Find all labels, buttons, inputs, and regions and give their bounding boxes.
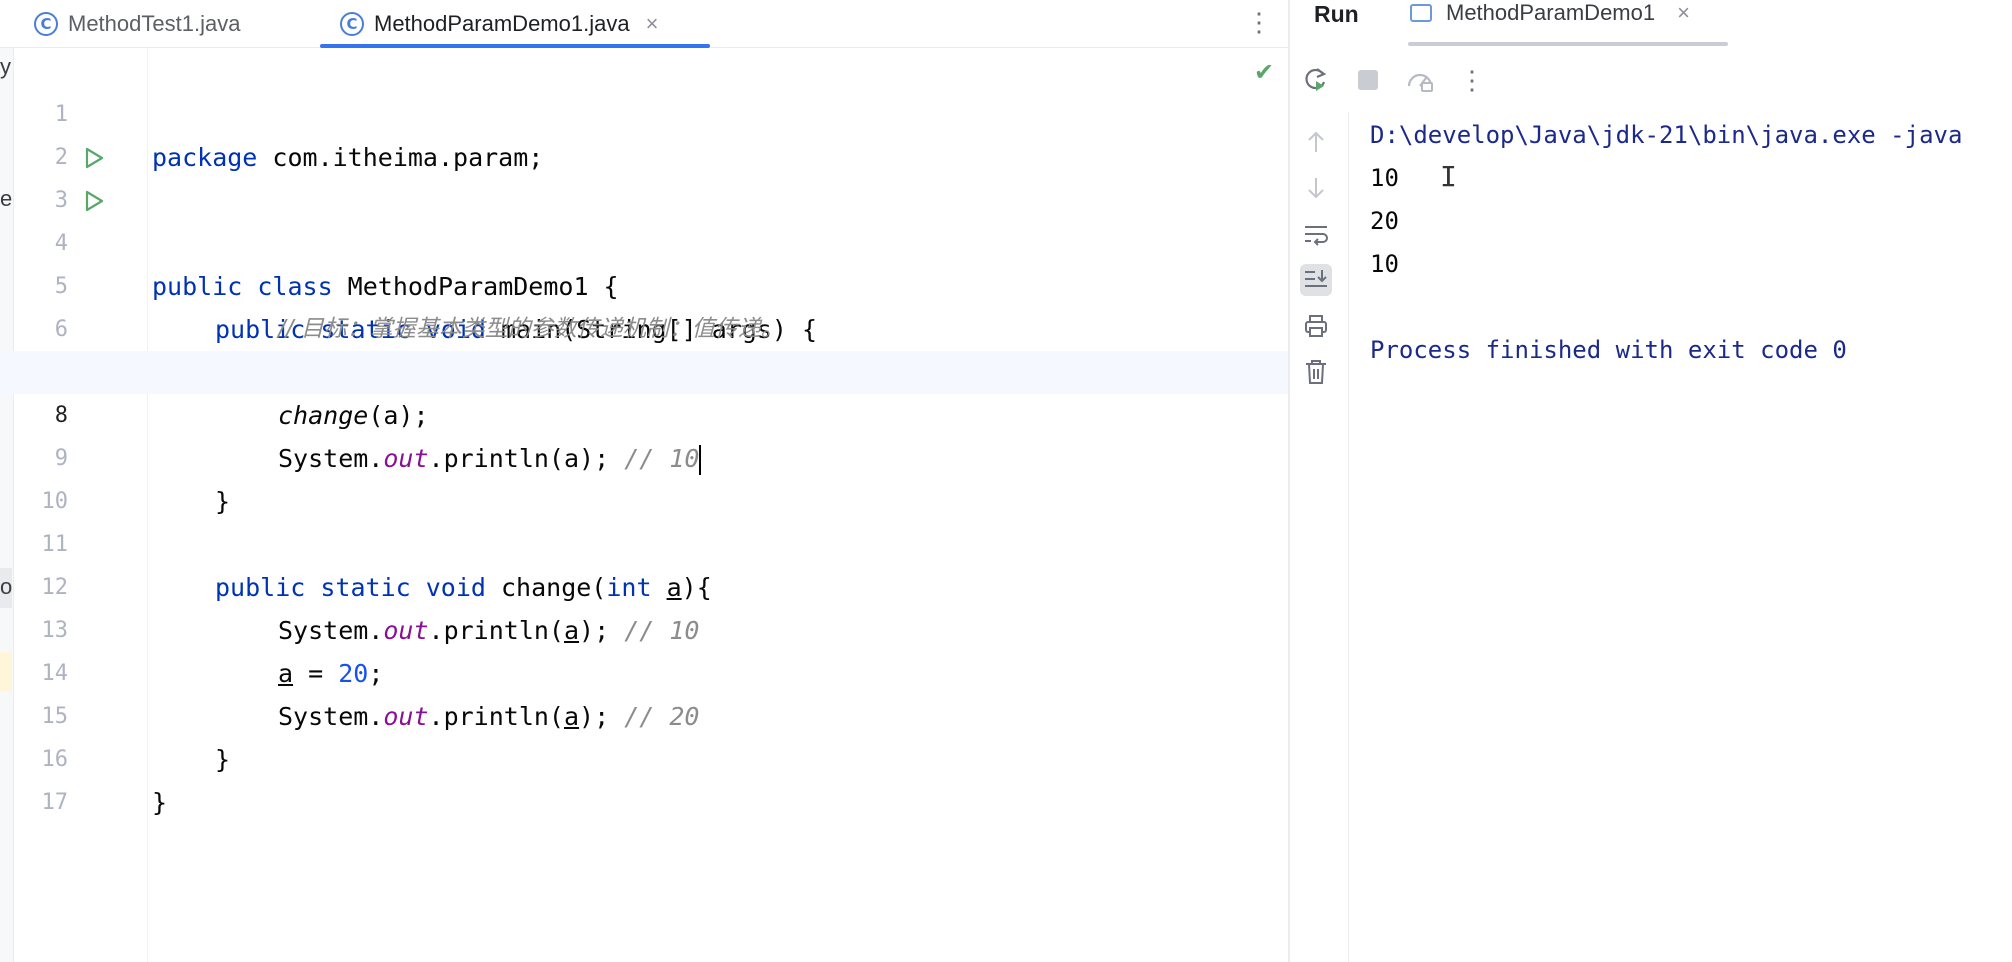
- code-line[interactable]: 14 System.out.println(a); // 20: [0, 609, 1288, 731]
- code-line[interactable]: 5 // 目标：掌握基本类型的参数传递机制：值传递。: [0, 222, 1288, 342]
- console-separator: [1348, 112, 1349, 962]
- console-line: 10: [1370, 164, 1399, 192]
- run-tool-window: Run MethodParamDemo1 × ⋮ D:\develop\Java…: [1290, 0, 2012, 962]
- code-line[interactable]: 4 public static void main(String[] args)…: [0, 179, 1288, 344]
- down-arrow-icon[interactable]: [1300, 172, 1332, 204]
- run-window-icon: [1410, 4, 1432, 22]
- code-line[interactable]: 7 change(a);: [0, 308, 1288, 430]
- code-line[interactable]: 15 }: [0, 652, 1288, 774]
- console-line: D:\develop\Java\jdk-21\bin\java.exe -jav…: [1370, 121, 1963, 149]
- trash-icon[interactable]: [1300, 356, 1332, 388]
- code-line[interactable]: 9 }: [0, 394, 1288, 516]
- line-number: 17: [41, 790, 69, 815]
- run-main-icon[interactable]: [82, 189, 106, 213]
- run-config-tab[interactable]: MethodParamDemo1 ×: [1410, 0, 1690, 26]
- class-icon: C: [34, 12, 58, 36]
- rerun-icon[interactable]: [1300, 64, 1332, 96]
- stop-icon[interactable]: [1352, 64, 1384, 96]
- code-line[interactable]: 3 public class MethodParamDemo1 {: [0, 136, 1288, 301]
- run-header: Run MethodParamDemo1 ×: [1290, 0, 2012, 48]
- profiler-icon[interactable]: [1404, 64, 1436, 96]
- tab-methodparamdemo1[interactable]: C MethodParamDemo1.java ×: [340, 0, 658, 48]
- more-options-icon[interactable]: ⋮: [1456, 64, 1488, 96]
- close-icon[interactable]: ×: [646, 11, 659, 37]
- code-line[interactable]: 11 public static void change(int a){: [0, 480, 1288, 602]
- console-line: 10: [1370, 250, 1399, 278]
- scroll-to-end-icon[interactable]: [1300, 264, 1332, 296]
- code-line[interactable]: 13 a = 20;: [0, 566, 1288, 688]
- no-problems-check-icon[interactable]: ✔: [1254, 58, 1274, 86]
- code-line[interactable]: 2: [0, 93, 1288, 170]
- code-line[interactable]: 10: [0, 437, 1288, 514]
- console-output[interactable]: D:\develop\Java\jdk-21\bin\java.exe -jav…: [1370, 114, 2012, 372]
- class-icon: C: [340, 12, 364, 36]
- editor-pane: C MethodTest1.java C MethodParamDemo1.ja…: [0, 0, 1288, 962]
- print-icon[interactable]: [1300, 310, 1332, 342]
- active-tab-indicator: [320, 44, 710, 48]
- code-text: }: [152, 788, 168, 817]
- code-line[interactable]: 1 package com.itheima.param;: [0, 50, 1288, 172]
- code-line[interactable]: 6 int a = 10;: [0, 265, 1288, 387]
- more-options-icon[interactable]: ⋮: [1246, 0, 1272, 44]
- code-line[interactable]: 17: [0, 738, 1288, 815]
- console-line: Process finished with exit code 0: [1370, 336, 1847, 364]
- code-area[interactable]: 1 package com.itheima.param; 2 3 public …: [0, 50, 1288, 817]
- close-icon[interactable]: ×: [1677, 0, 1690, 26]
- console-actions: [1290, 112, 1350, 962]
- up-arrow-icon[interactable]: [1300, 126, 1332, 158]
- run-title: Run: [1314, 1, 1359, 27]
- tab-label: MethodTest1.java: [68, 11, 241, 36]
- tab-label: MethodParamDemo1.java: [374, 11, 630, 36]
- code-line[interactable]: 12 System.out.println(a); // 10: [0, 523, 1288, 645]
- run-class-icon[interactable]: [82, 146, 106, 170]
- tab-methodtest1[interactable]: C MethodTest1.java: [34, 0, 240, 48]
- console-line: 20: [1370, 207, 1399, 235]
- editor-tab-bar: C MethodTest1.java C MethodParamDemo1.ja…: [0, 0, 1288, 48]
- soft-wrap-icon[interactable]: [1300, 218, 1332, 250]
- text-cursor-icon: I: [1440, 160, 1457, 193]
- run-tab-indicator: [1408, 42, 1728, 46]
- code-line-current[interactable]: 8 System.out.println(a); // 10: [0, 351, 1288, 475]
- run-toolbar: ⋮: [1300, 60, 1488, 100]
- run-tab-label: MethodParamDemo1: [1446, 0, 1656, 25]
- code-line[interactable]: 16 }: [0, 695, 1288, 817]
